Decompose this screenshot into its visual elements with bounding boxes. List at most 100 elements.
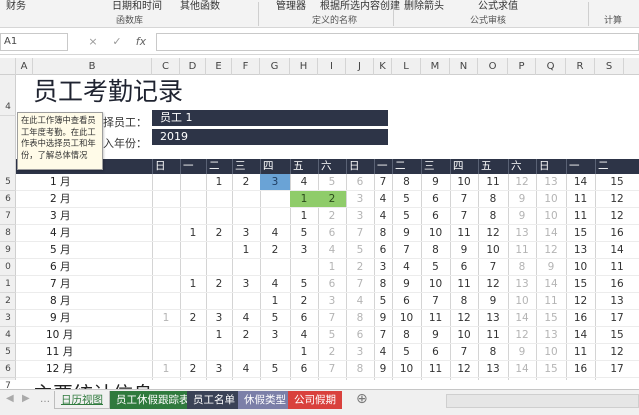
day-cell[interactable]: 1 [290, 208, 318, 224]
day-cell[interactable]: 13 [595, 293, 639, 309]
day-cell[interactable]: 3 [374, 259, 392, 275]
day-cell[interactable]: 4 [392, 259, 421, 275]
column-header-D[interactable]: D [180, 58, 206, 75]
column-header-Q[interactable]: Q [536, 58, 566, 75]
column-header-K[interactable]: K [374, 58, 392, 75]
day-cell[interactable]: 5 [260, 310, 290, 326]
column-header-J[interactable]: J [346, 58, 374, 75]
day-cell[interactable]: 7 [450, 208, 478, 224]
day-cell[interactable]: 2 [318, 191, 346, 207]
day-cell[interactable]: 11 [421, 310, 450, 326]
row-header[interactable]: 9 [0, 242, 16, 259]
day-cell[interactable]: 15 [566, 225, 595, 241]
day-cell[interactable]: 8 [478, 208, 508, 224]
day-cell[interactable]: 9 [508, 208, 536, 224]
day-cell[interactable]: 8 [478, 344, 508, 360]
day-cell[interactable]: 12 [536, 242, 566, 258]
day-cell[interactable]: 10 [478, 242, 508, 258]
column-header-I[interactable]: I [318, 58, 346, 75]
day-cell[interactable]: 5 [421, 259, 450, 275]
row-header[interactable]: 5 [0, 344, 16, 361]
day-cell[interactable]: 12 [450, 310, 478, 326]
day-cell[interactable]: 11 [508, 242, 536, 258]
day-cell[interactable]: 7 [450, 191, 478, 207]
day-cell[interactable]: 7 [374, 174, 392, 190]
day-cell[interactable]: 5 [346, 242, 374, 258]
day-cell[interactable]: 9 [374, 310, 392, 326]
day-cell[interactable]: 1 [152, 361, 180, 377]
ribbon-remove-arrows-button[interactable]: 删除箭头 [404, 0, 444, 12]
day-cell[interactable]: 6 [374, 242, 392, 258]
tab-leave-types[interactable]: 休假类型 [238, 391, 292, 409]
day-cell[interactable]: 13 [478, 361, 508, 377]
day-cell[interactable]: 10 [450, 327, 478, 343]
day-cell[interactable]: 6 [346, 327, 374, 343]
day-cell[interactable]: 1 [260, 293, 290, 309]
day-cell[interactable]: 8 [450, 293, 478, 309]
day-cell[interactable]: 13 [478, 310, 508, 326]
day-cell[interactable]: 2 [180, 361, 206, 377]
day-cell[interactable]: 11 [595, 259, 639, 275]
day-cell[interactable]: 2 [232, 327, 260, 343]
day-cell[interactable]: 4 [290, 174, 318, 190]
day-cell[interactable]: 15 [595, 327, 639, 343]
day-cell[interactable]: 4 [374, 191, 392, 207]
day-cell[interactable]: 13 [536, 327, 566, 343]
day-cell[interactable]: 1 [290, 344, 318, 360]
day-cell[interactable]: 14 [536, 276, 566, 292]
day-cell[interactable]: 6 [346, 174, 374, 190]
row-header[interactable]: 0 [0, 259, 16, 276]
enter-icon[interactable]: ✓ [110, 34, 124, 50]
day-cell[interactable]: 14 [566, 174, 595, 190]
tab-company-holidays[interactable]: 公司假期 [288, 391, 342, 409]
day-cell[interactable]: 5 [318, 327, 346, 343]
day-cell[interactable]: 6 [421, 208, 450, 224]
day-cell[interactable]: 6 [421, 191, 450, 207]
day-cell[interactable]: 10 [566, 259, 595, 275]
formula-input[interactable] [156, 33, 639, 51]
column-header-M[interactable]: M [421, 58, 450, 75]
column-header-A[interactable]: A [16, 58, 33, 75]
column-header-O[interactable]: O [478, 58, 508, 75]
day-cell[interactable]: 2 [346, 259, 374, 275]
day-cell[interactable]: 11 [478, 327, 508, 343]
day-cell[interactable]: 12 [508, 327, 536, 343]
day-cell[interactable]: 15 [536, 310, 566, 326]
day-cell[interactable]: 12 [478, 225, 508, 241]
select-all-corner[interactable] [0, 58, 16, 75]
day-cell[interactable]: 9 [392, 225, 421, 241]
day-cell[interactable]: 7 [478, 259, 508, 275]
insert-function-icon[interactable]: fx [134, 34, 148, 50]
day-cell[interactable]: 6 [290, 310, 318, 326]
day-cell[interactable]: 15 [536, 361, 566, 377]
day-cell[interactable]: 4 [318, 242, 346, 258]
day-cell[interactable]: 5 [318, 174, 346, 190]
day-cell[interactable]: 11 [450, 276, 478, 292]
day-cell[interactable]: 11 [421, 361, 450, 377]
day-cell[interactable]: 4 [232, 361, 260, 377]
day-cell[interactable]: 2 [232, 174, 260, 190]
day-cell[interactable]: 9 [374, 361, 392, 377]
day-cell[interactable]: 8 [374, 225, 392, 241]
day-cell[interactable]: 10 [392, 361, 421, 377]
day-cell[interactable]: 7 [374, 327, 392, 343]
row-header[interactable]: 6 [0, 191, 16, 208]
day-cell[interactable]: 13 [508, 225, 536, 241]
day-cell[interactable]: 3 [290, 242, 318, 258]
day-cell[interactable]: 6 [421, 344, 450, 360]
more-tabs-icon[interactable]: … [40, 394, 50, 405]
day-cell[interactable]: 16 [566, 361, 595, 377]
column-header-F[interactable]: F [232, 58, 260, 75]
day-cell[interactable]: 11 [566, 191, 595, 207]
day-cell[interactable]: 4 [290, 327, 318, 343]
day-cell[interactable]: 1 [180, 276, 206, 292]
column-header-P[interactable]: P [508, 58, 536, 75]
day-cell[interactable]: 12 [595, 344, 639, 360]
day-cell[interactable]: 16 [566, 310, 595, 326]
day-cell[interactable]: 8 [392, 174, 421, 190]
day-cell[interactable]: 8 [508, 259, 536, 275]
day-cell[interactable]: 8 [374, 276, 392, 292]
day-cell[interactable]: 15 [595, 174, 639, 190]
row-header[interactable]: 6 [0, 361, 16, 378]
day-cell[interactable]: 3 [206, 361, 232, 377]
